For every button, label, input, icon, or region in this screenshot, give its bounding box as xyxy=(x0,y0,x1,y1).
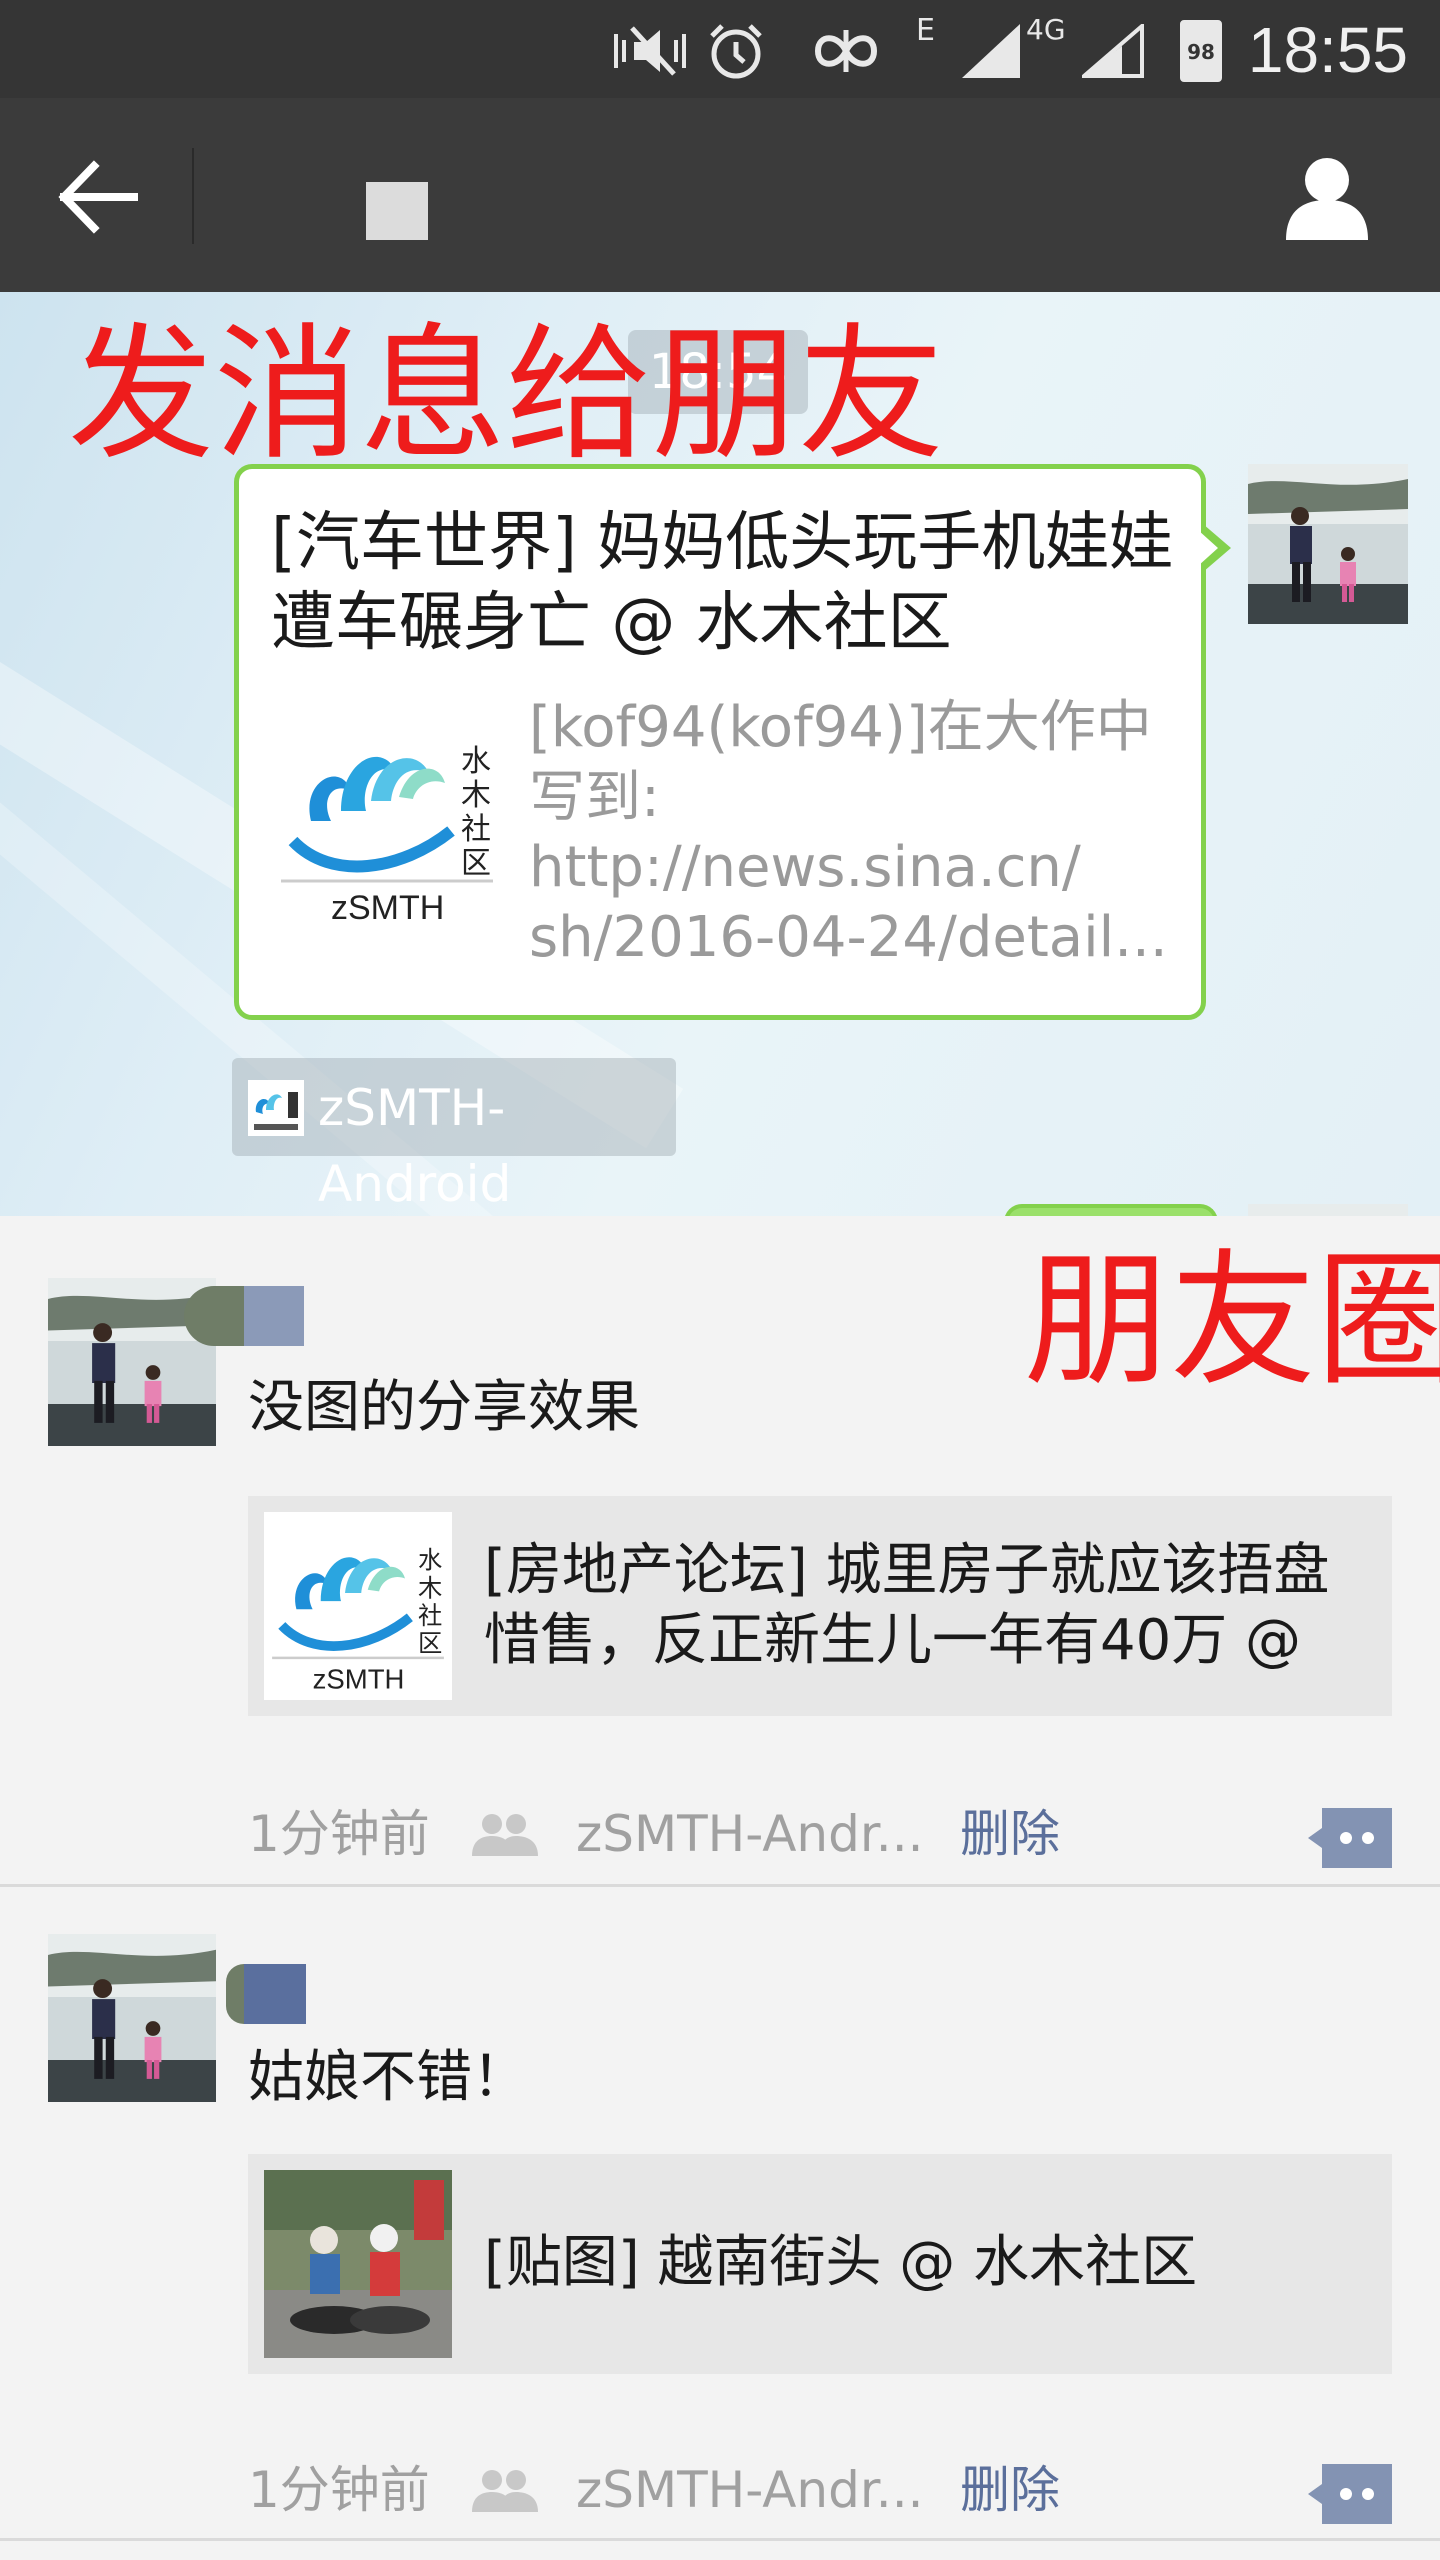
post-time: 1分钟前 xyxy=(248,2461,430,2519)
status-bar: E 4G 98 18:55 xyxy=(0,0,1440,98)
shared-link-card[interactable]: 水 木 社 区 zSMTH [房地产论坛] 城里房子就应该捂盘惜售，反正新生儿一… xyxy=(248,1496,1392,1716)
title-divider xyxy=(192,148,194,244)
post-divider xyxy=(0,2538,1440,2541)
visibility-group-icon xyxy=(472,1814,538,1856)
zsmth-logo-thumb: 水 木 社 区 zSMTH xyxy=(271,701,503,933)
comment-icon[interactable] xyxy=(1308,1808,1392,1868)
clock: 18:55 xyxy=(1247,14,1408,86)
thumb-brand-text: zSMTH xyxy=(313,1664,405,1695)
svg-text:木: 木 xyxy=(418,1573,442,1602)
shared-link-title: [贴图] 越南街头 @ 水木社区 xyxy=(484,2230,1198,2295)
chat-area: 18:54 发消息给朋友 [汽车世界] 妈妈低头玩手机娃娃遭车碾身亡 @ 水木社… xyxy=(0,292,1440,1216)
visibility-group-icon xyxy=(472,2470,538,2512)
battery-icon: 98 xyxy=(1180,20,1222,82)
shared-link-title: [房地产论坛] 城里房子就应该捂盘惜售，反正新生儿一年有40万 @ xyxy=(484,1538,1330,1673)
mute-vibrate-icon xyxy=(614,26,686,76)
thumb-brand-text: zSMTH xyxy=(331,889,444,927)
link-title: [汽车世界] 妈妈低头玩手机娃娃遭车碾身亡 @ 水木社区 xyxy=(271,506,1174,660)
post-avatar[interactable] xyxy=(48,1934,216,2102)
svg-text:水: 水 xyxy=(461,744,491,779)
zsmth-mini-logo xyxy=(254,1092,298,1130)
source-app-chip[interactable]: zSMTH-Android xyxy=(232,1058,676,1213)
zsmth-logo-icon: 水 木 社 区 zSMTH xyxy=(281,744,493,927)
avatar-photo-partial xyxy=(1248,1204,1408,1216)
svg-text:区: 区 xyxy=(461,846,491,881)
post-time: 1分钟前 xyxy=(248,1805,430,1863)
battery-level: 98 xyxy=(1187,40,1215,64)
zsmth-logo-thumb: 水 木 社 区 zSMTH xyxy=(264,1512,452,1700)
signal-icon xyxy=(962,24,1020,78)
svg-text:社: 社 xyxy=(418,1601,442,1630)
person-icon[interactable] xyxy=(1284,154,1370,240)
delete-post-button[interactable]: 删除 xyxy=(960,1802,1060,1866)
chat-title-redacted xyxy=(366,182,428,240)
post-source-app[interactable]: zSMTH-Andr... xyxy=(576,1802,924,1866)
moments-feed: 朋友圈 没图的分享效果 水 木 社 区 zSMTH [房地产论坛] 城里房子就应… xyxy=(0,1216,1440,2560)
comment-icon[interactable] xyxy=(1308,2464,1392,2524)
zsmth-logo-icon: 水 木 社 区 zSMTH xyxy=(272,1546,444,1695)
edge-label: E xyxy=(916,13,935,48)
network-type-label: 4G xyxy=(1026,13,1066,46)
post-text: 姑娘不错！ xyxy=(248,2045,528,2110)
annotation-send-to-friend: 发消息给朋友 xyxy=(68,310,944,480)
street-photo xyxy=(264,2170,452,2358)
zsmth-small-icon xyxy=(248,1080,304,1136)
svg-text:水: 水 xyxy=(418,1546,442,1575)
next-message-bubble[interactable] xyxy=(1004,1204,1218,1216)
avatar-photo xyxy=(1248,464,1408,624)
signal-icon-2 xyxy=(1082,24,1144,78)
annotation-moments: 朋友圈 xyxy=(1024,1236,1440,1406)
link-description: [kof94(kof94)]在大作中 写到: http://news.sina.… xyxy=(529,695,1168,970)
my-avatar-next xyxy=(1248,1204,1408,1216)
svg-text:木: 木 xyxy=(461,778,491,813)
nickname-redacted[interactable] xyxy=(226,1964,306,2024)
post-divider xyxy=(0,1884,1440,1887)
bubble-tail-inner xyxy=(1198,530,1218,566)
shared-link-card[interactable]: [贴图] 越南街头 @ 水木社区 xyxy=(248,2154,1392,2374)
nickname-redacted[interactable] xyxy=(184,1286,304,1346)
unicom-icon xyxy=(814,30,878,72)
svg-text:区: 区 xyxy=(418,1628,442,1657)
my-avatar[interactable] xyxy=(1248,464,1408,624)
avatar-photo xyxy=(48,1934,216,2102)
link-message-bubble[interactable]: [汽车世界] 妈妈低头玩手机娃娃遭车碾身亡 @ 水木社区 水 木 社 区 zSM… xyxy=(234,464,1206,1020)
delete-post-button[interactable]: 删除 xyxy=(960,2458,1060,2522)
svg-text:社: 社 xyxy=(461,812,491,847)
post-text: 没图的分享效果 xyxy=(248,1375,640,1440)
arrow-left-icon[interactable] xyxy=(58,160,138,234)
alarm-icon xyxy=(710,24,762,79)
street-photo-thumb xyxy=(264,2170,452,2358)
post-source-app[interactable]: zSMTH-Andr... xyxy=(576,2458,924,2522)
title-bar xyxy=(0,98,1440,292)
source-app-label: zSMTH-Android xyxy=(318,1079,512,1213)
